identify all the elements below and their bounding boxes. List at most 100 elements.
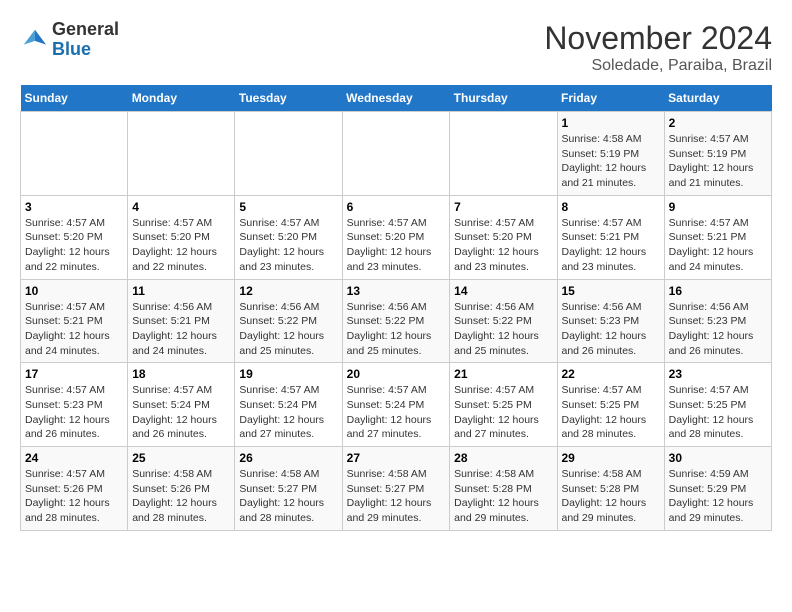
logo-icon xyxy=(20,26,48,54)
day-info: Sunrise: 4:59 AM Sunset: 5:29 PM Dayligh… xyxy=(669,467,767,526)
calendar-table: SundayMondayTuesdayWednesdayThursdayFrid… xyxy=(20,85,772,531)
day-number: 17 xyxy=(25,367,123,381)
day-number: 10 xyxy=(25,284,123,298)
day-info: Sunrise: 4:58 AM Sunset: 5:28 PM Dayligh… xyxy=(454,467,552,526)
day-info: Sunrise: 4:56 AM Sunset: 5:22 PM Dayligh… xyxy=(454,300,552,359)
calendar-cell: 29 Sunrise: 4:58 AM Sunset: 5:28 PM Dayli… xyxy=(557,447,664,531)
day-number: 4 xyxy=(132,200,230,214)
month-title: November 2024 xyxy=(544,20,772,57)
day-info: Sunrise: 4:57 AM Sunset: 5:25 PM Dayligh… xyxy=(454,383,552,442)
calendar-cell: 30 Sunrise: 4:59 AM Sunset: 5:29 PM Dayli… xyxy=(664,447,771,531)
page-header: General Blue November 2024 Soledade, Par… xyxy=(20,20,772,75)
calendar-week-row: 1 Sunrise: 4:58 AM Sunset: 5:19 PM Daylig… xyxy=(21,112,772,196)
day-info: Sunrise: 4:57 AM Sunset: 5:24 PM Dayligh… xyxy=(347,383,446,442)
day-number: 8 xyxy=(562,200,660,214)
calendar-cell: 8 Sunrise: 4:57 AM Sunset: 5:21 PM Daylig… xyxy=(557,195,664,279)
day-number: 5 xyxy=(239,200,337,214)
day-number: 13 xyxy=(347,284,446,298)
calendar-cell xyxy=(235,112,342,196)
calendar-cell: 27 Sunrise: 4:58 AM Sunset: 5:27 PM Dayli… xyxy=(342,447,450,531)
weekday-header-row: SundayMondayTuesdayWednesdayThursdayFrid… xyxy=(21,85,772,112)
day-number: 1 xyxy=(562,116,660,130)
day-number: 22 xyxy=(562,367,660,381)
calendar-cell: 12 Sunrise: 4:56 AM Sunset: 5:22 PM Dayli… xyxy=(235,279,342,363)
calendar-cell: 14 Sunrise: 4:56 AM Sunset: 5:22 PM Dayli… xyxy=(450,279,557,363)
day-number: 27 xyxy=(347,451,446,465)
weekday-header: Sunday xyxy=(21,85,128,112)
day-number: 6 xyxy=(347,200,446,214)
day-number: 9 xyxy=(669,200,767,214)
calendar-cell: 11 Sunrise: 4:56 AM Sunset: 5:21 PM Dayli… xyxy=(128,279,235,363)
weekday-header: Tuesday xyxy=(235,85,342,112)
logo: General Blue xyxy=(20,20,119,60)
day-info: Sunrise: 4:58 AM Sunset: 5:27 PM Dayligh… xyxy=(239,467,337,526)
day-number: 28 xyxy=(454,451,552,465)
day-info: Sunrise: 4:57 AM Sunset: 5:24 PM Dayligh… xyxy=(239,383,337,442)
calendar-cell xyxy=(342,112,450,196)
calendar-cell: 19 Sunrise: 4:57 AM Sunset: 5:24 PM Dayli… xyxy=(235,363,342,447)
day-number: 19 xyxy=(239,367,337,381)
calendar-cell: 3 Sunrise: 4:57 AM Sunset: 5:20 PM Daylig… xyxy=(21,195,128,279)
day-info: Sunrise: 4:57 AM Sunset: 5:21 PM Dayligh… xyxy=(562,216,660,275)
day-info: Sunrise: 4:57 AM Sunset: 5:25 PM Dayligh… xyxy=(562,383,660,442)
calendar-cell: 23 Sunrise: 4:57 AM Sunset: 5:25 PM Dayli… xyxy=(664,363,771,447)
weekday-header: Friday xyxy=(557,85,664,112)
day-number: 2 xyxy=(669,116,767,130)
calendar-cell: 17Sunrise: 4:57 AM Sunset: 5:23 PM Dayli… xyxy=(21,363,128,447)
day-number: 12 xyxy=(239,284,337,298)
day-info: Sunrise: 4:57 AM Sunset: 5:19 PM Dayligh… xyxy=(669,132,767,191)
calendar-week-row: 17Sunrise: 4:57 AM Sunset: 5:23 PM Dayli… xyxy=(21,363,772,447)
calendar-cell: 15Sunrise: 4:56 AM Sunset: 5:23 PM Dayli… xyxy=(557,279,664,363)
weekday-header: Monday xyxy=(128,85,235,112)
calendar-week-row: 24Sunrise: 4:57 AM Sunset: 5:26 PM Dayli… xyxy=(21,447,772,531)
day-number: 14 xyxy=(454,284,552,298)
calendar-cell: 26 Sunrise: 4:58 AM Sunset: 5:27 PM Dayli… xyxy=(235,447,342,531)
calendar-cell: 21Sunrise: 4:57 AM Sunset: 5:25 PM Dayli… xyxy=(450,363,557,447)
calendar-cell: 4 Sunrise: 4:57 AM Sunset: 5:20 PM Daylig… xyxy=(128,195,235,279)
day-number: 23 xyxy=(669,367,767,381)
day-info: Sunrise: 4:57 AM Sunset: 5:21 PM Dayligh… xyxy=(25,300,123,359)
weekday-header: Thursday xyxy=(450,85,557,112)
day-number: 30 xyxy=(669,451,767,465)
day-number: 16 xyxy=(669,284,767,298)
day-number: 11 xyxy=(132,284,230,298)
location-subtitle: Soledade, Paraiba, Brazil xyxy=(544,57,772,75)
day-info: Sunrise: 4:57 AM Sunset: 5:25 PM Dayligh… xyxy=(669,383,767,442)
day-info: Sunrise: 4:58 AM Sunset: 5:27 PM Dayligh… xyxy=(347,467,446,526)
day-number: 7 xyxy=(454,200,552,214)
day-number: 25 xyxy=(132,451,230,465)
calendar-cell: 22 Sunrise: 4:57 AM Sunset: 5:25 PM Dayli… xyxy=(557,363,664,447)
day-number: 29 xyxy=(562,451,660,465)
logo-text: General Blue xyxy=(52,20,119,60)
day-info: Sunrise: 4:57 AM Sunset: 5:26 PM Dayligh… xyxy=(25,467,123,526)
day-info: Sunrise: 4:57 AM Sunset: 5:24 PM Dayligh… xyxy=(132,383,230,442)
calendar-cell: 28 Sunrise: 4:58 AM Sunset: 5:28 PM Dayli… xyxy=(450,447,557,531)
day-info: Sunrise: 4:57 AM Sunset: 5:20 PM Dayligh… xyxy=(132,216,230,275)
weekday-header: Wednesday xyxy=(342,85,450,112)
calendar-cell: 6 Sunrise: 4:57 AM Sunset: 5:20 PM Daylig… xyxy=(342,195,450,279)
calendar-cell: 5Sunrise: 4:57 AM Sunset: 5:20 PM Daylig… xyxy=(235,195,342,279)
weekday-header: Saturday xyxy=(664,85,771,112)
day-info: Sunrise: 4:56 AM Sunset: 5:22 PM Dayligh… xyxy=(347,300,446,359)
day-info: Sunrise: 4:58 AM Sunset: 5:28 PM Dayligh… xyxy=(562,467,660,526)
day-info: Sunrise: 4:56 AM Sunset: 5:21 PM Dayligh… xyxy=(132,300,230,359)
calendar-cell: 24Sunrise: 4:57 AM Sunset: 5:26 PM Dayli… xyxy=(21,447,128,531)
day-number: 3 xyxy=(25,200,123,214)
day-number: 18 xyxy=(132,367,230,381)
calendar-cell: 16Sunrise: 4:56 AM Sunset: 5:23 PM Dayli… xyxy=(664,279,771,363)
calendar-cell: 2 Sunrise: 4:57 AM Sunset: 5:19 PM Daylig… xyxy=(664,112,771,196)
calendar-cell xyxy=(450,112,557,196)
day-info: Sunrise: 4:57 AM Sunset: 5:20 PM Dayligh… xyxy=(347,216,446,275)
day-number: 20 xyxy=(347,367,446,381)
day-info: Sunrise: 4:58 AM Sunset: 5:19 PM Dayligh… xyxy=(562,132,660,191)
day-info: Sunrise: 4:56 AM Sunset: 5:22 PM Dayligh… xyxy=(239,300,337,359)
day-number: 26 xyxy=(239,451,337,465)
day-info: Sunrise: 4:58 AM Sunset: 5:26 PM Dayligh… xyxy=(132,467,230,526)
day-info: Sunrise: 4:56 AM Sunset: 5:23 PM Dayligh… xyxy=(562,300,660,359)
day-info: Sunrise: 4:57 AM Sunset: 5:20 PM Dayligh… xyxy=(25,216,123,275)
calendar-week-row: 3 Sunrise: 4:57 AM Sunset: 5:20 PM Daylig… xyxy=(21,195,772,279)
calendar-cell: 20 Sunrise: 4:57 AM Sunset: 5:24 PM Dayli… xyxy=(342,363,450,447)
calendar-cell: 25 Sunrise: 4:58 AM Sunset: 5:26 PM Dayli… xyxy=(128,447,235,531)
calendar-week-row: 10 Sunrise: 4:57 AM Sunset: 5:21 PM Dayli… xyxy=(21,279,772,363)
calendar-cell: 10 Sunrise: 4:57 AM Sunset: 5:21 PM Dayli… xyxy=(21,279,128,363)
